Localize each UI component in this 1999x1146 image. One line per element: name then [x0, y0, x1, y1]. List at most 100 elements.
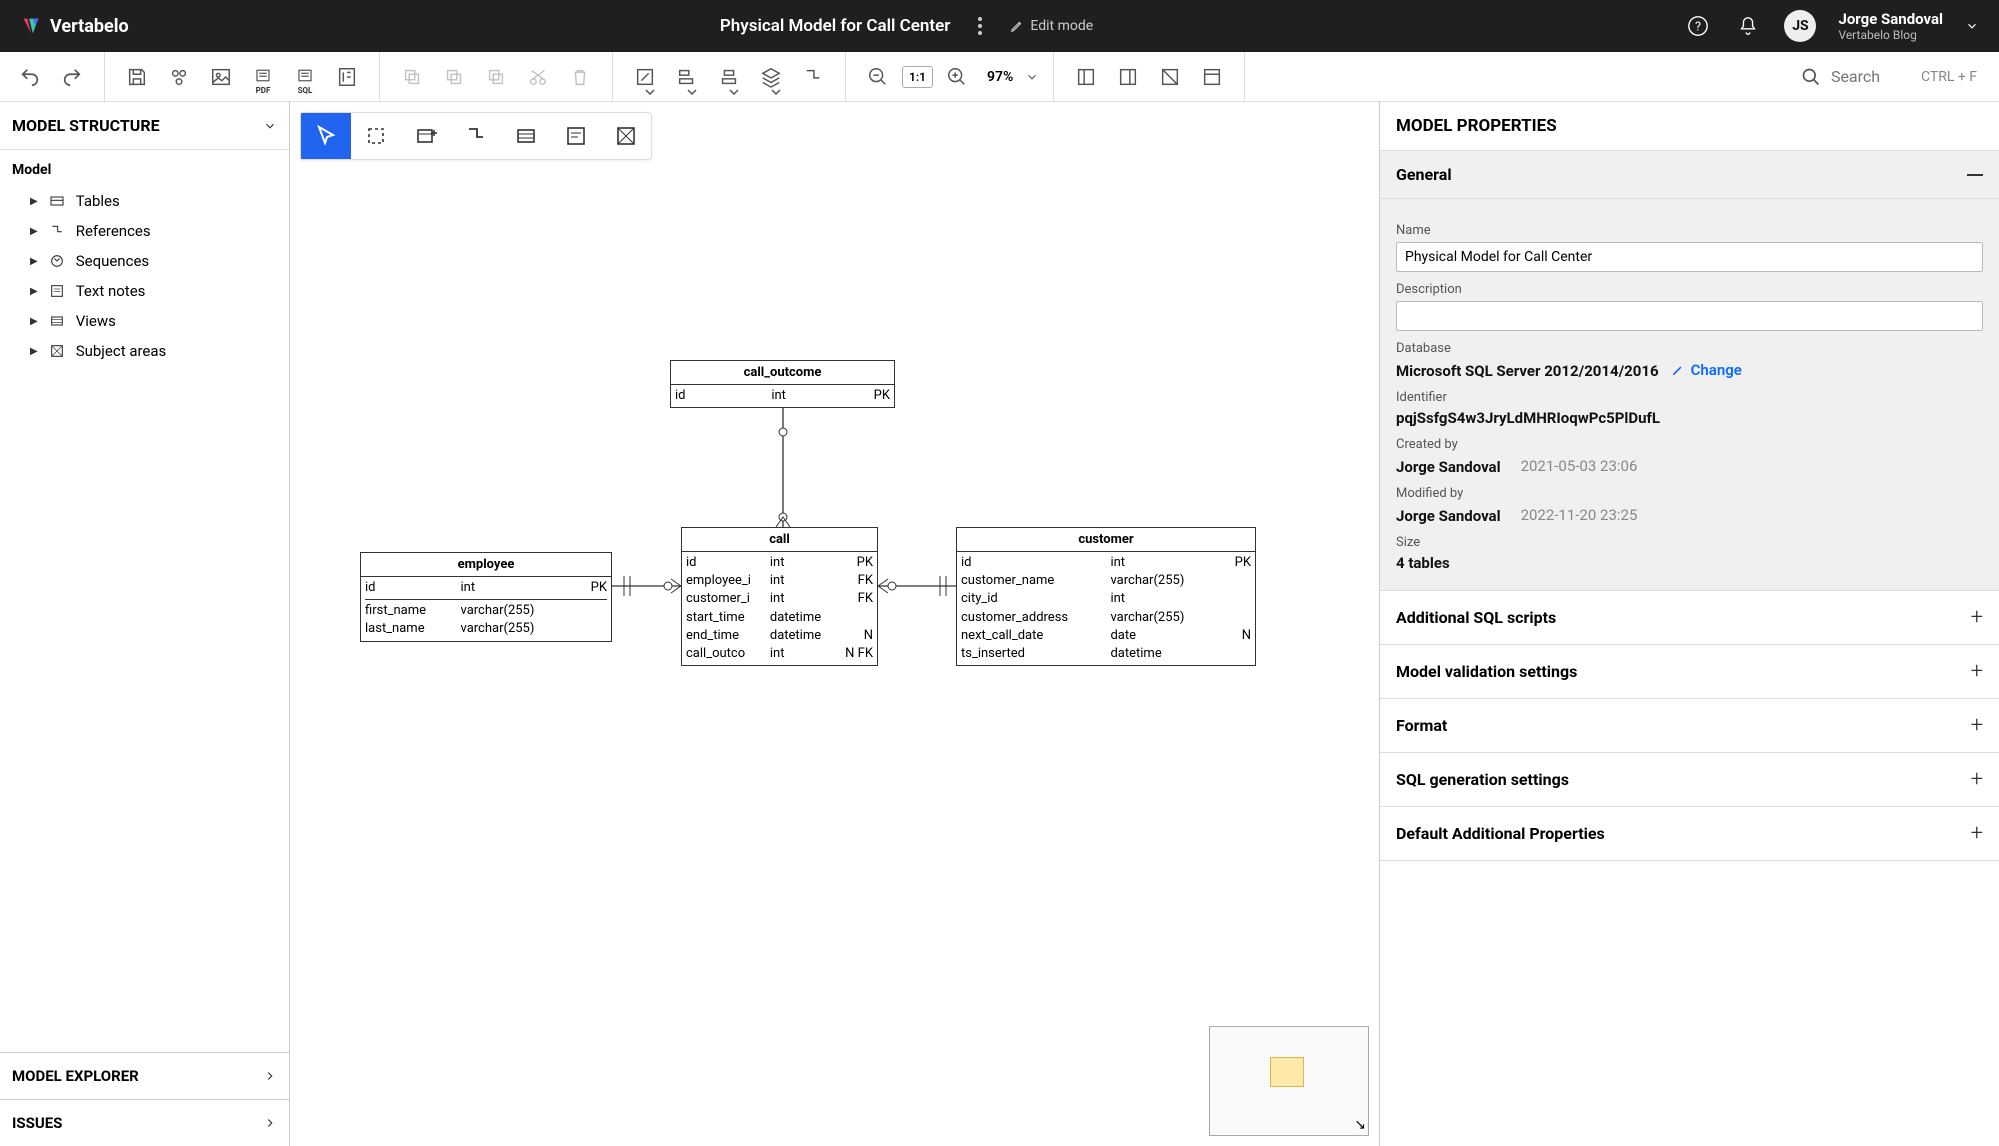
redo-button[interactable]	[54, 59, 90, 95]
chevron-down-icon[interactable]	[1965, 19, 1979, 33]
table-row: ts_inserteddatetime	[961, 645, 1251, 663]
change-database-link[interactable]: Change	[1671, 361, 1742, 379]
layout-3-button[interactable]	[1152, 59, 1188, 95]
table-row: last_namevarchar(255)	[365, 620, 607, 638]
route-button[interactable]	[795, 59, 831, 95]
tree-subject-areas[interactable]: ▶Subject areas	[12, 336, 277, 366]
label-description: Description	[1396, 282, 1983, 297]
add-view-tool[interactable]	[501, 113, 551, 159]
entity-title: call	[682, 528, 877, 552]
created-by: Jorge Sandoval	[1396, 458, 1501, 476]
pencil-icon	[1010, 19, 1024, 33]
main-toolbar: PDF SQL 1:1 97% CTRL + F	[0, 52, 1999, 102]
image-export-button[interactable]	[203, 59, 239, 95]
model-structure-header[interactable]: MODEL STRUCTURE	[0, 102, 289, 150]
add-note-tool[interactable]	[551, 113, 601, 159]
table-row: employee_iintFK	[686, 572, 873, 590]
vertabelo-icon	[20, 15, 42, 37]
table-row: end_timedatetimeN	[686, 627, 873, 645]
section-additional-sql[interactable]: Additional SQL scripts+	[1380, 591, 1999, 644]
table-row: idintPK	[686, 554, 873, 572]
brand-name: Vertabelo	[50, 16, 129, 37]
add-table-tool[interactable]	[401, 113, 451, 159]
table-row: customer_iintFK	[686, 590, 873, 608]
align-center-button[interactable]	[711, 59, 747, 95]
model-explorer-toggle[interactable]: MODEL EXPLORER	[0, 1052, 289, 1099]
table-row: first_namevarchar(255)	[365, 602, 607, 620]
undo-button[interactable]	[12, 59, 48, 95]
entity-employee[interactable]: employee idintPK first_namevarchar(255) …	[360, 552, 612, 642]
identifier-value: pqjSsfgS4w3JryLdMHRIoqwPc5PlDufL	[1396, 409, 1983, 427]
pdf-export-button[interactable]: PDF	[245, 59, 281, 95]
kebab-menu-icon[interactable]	[966, 12, 994, 40]
marquee-tool[interactable]	[351, 113, 401, 159]
tree-text-notes[interactable]: ▶Text notes	[12, 276, 277, 306]
entity-customer[interactable]: customer idintPK customer_namevarchar(25…	[956, 527, 1256, 666]
created-at: 2021-05-03 23:06	[1521, 457, 1638, 475]
align-left-button[interactable]	[669, 59, 705, 95]
sql-export-button[interactable]: SQL	[287, 59, 323, 95]
section-validation[interactable]: Model validation settings+	[1380, 645, 1999, 698]
entity-call[interactable]: call idintPK employee_iintFK customer_ii…	[681, 527, 878, 666]
search-hint: CTRL + F	[1921, 69, 1977, 85]
tree-views[interactable]: ▶Views	[12, 306, 277, 336]
edit-mode-toggle[interactable]: Edit mode	[1010, 18, 1093, 34]
expand-icon: +	[1971, 659, 1983, 684]
table-row: idintPK	[961, 554, 1251, 572]
table-row: start_timedatetime	[686, 609, 873, 627]
section-sql-gen[interactable]: SQL generation settings+	[1380, 753, 1999, 806]
delete-button	[562, 59, 598, 95]
properties-panel: MODEL PROPERTIES General Name Descriptio…	[1379, 102, 1999, 1146]
save-button[interactable]	[119, 59, 155, 95]
section-default-props[interactable]: Default Additional Properties+	[1380, 807, 1999, 860]
section-format[interactable]: Format+	[1380, 699, 1999, 752]
issues-toggle[interactable]: ISSUES	[0, 1099, 289, 1146]
input-name[interactable]	[1396, 242, 1983, 272]
tree-references[interactable]: ▶References	[12, 216, 277, 246]
user-menu[interactable]: Jorge Sandoval Vertabelo Blog	[1838, 10, 1943, 42]
minimap-expand-icon[interactable]: ↘	[1354, 1117, 1366, 1133]
zoom-out-button[interactable]	[860, 59, 896, 95]
layers-button[interactable]	[753, 59, 789, 95]
add-reference-tool[interactable]	[451, 113, 501, 159]
select-tool[interactable]	[301, 113, 351, 159]
expand-icon: +	[1971, 767, 1983, 792]
table-row: city_idint	[961, 590, 1251, 608]
share-button[interactable]	[161, 59, 197, 95]
diagram-canvas[interactable]: call_outcome idintPK call idintPK employ…	[290, 102, 1379, 1146]
chevron-right-icon	[263, 1069, 277, 1083]
layout-2-button[interactable]	[1110, 59, 1146, 95]
layout-4-button[interactable]	[1194, 59, 1230, 95]
section-general-header[interactable]: General	[1380, 151, 1999, 199]
input-description[interactable]	[1396, 301, 1983, 331]
tree-sequences[interactable]: ▶Sequences	[12, 246, 277, 276]
modified-at: 2022-11-20 23:25	[1521, 506, 1638, 524]
xml-export-button[interactable]	[329, 59, 365, 95]
table-row: next_call_datedateN	[961, 627, 1251, 645]
table-row: customer_namevarchar(255)	[961, 572, 1251, 590]
label-database: Database	[1396, 341, 1983, 356]
user-subtitle: Vertabelo Blog	[1838, 28, 1943, 42]
table-row: customer_addressvarchar(255)	[961, 609, 1251, 627]
minimap[interactable]: ↘	[1209, 1026, 1369, 1136]
bell-icon[interactable]	[1734, 12, 1762, 40]
zoom-dropdown[interactable]	[1025, 70, 1039, 84]
zoom-ratio[interactable]: 1:1	[902, 66, 933, 88]
entity-call-outcome[interactable]: call_outcome idintPK	[670, 360, 895, 408]
help-icon[interactable]: ?	[1684, 12, 1712, 40]
tree-tables[interactable]: ▶Tables	[12, 186, 277, 216]
fit-button[interactable]	[627, 59, 663, 95]
search-box: CTRL + F	[1791, 67, 1987, 87]
zoom-value: 97%	[981, 69, 1019, 85]
minimap-viewport	[1270, 1057, 1304, 1087]
user-name: Jorge Sandoval	[1838, 10, 1943, 28]
search-input[interactable]	[1831, 67, 1911, 86]
layout-1-button[interactable]	[1068, 59, 1104, 95]
zoom-in-button[interactable]	[939, 59, 975, 95]
table-row: idintPK	[365, 579, 607, 597]
add-area-tool[interactable]	[601, 113, 651, 159]
brand-logo[interactable]: Vertabelo	[20, 15, 129, 37]
cut-button	[520, 59, 556, 95]
user-avatar[interactable]: JS	[1784, 10, 1816, 42]
app-header: Vertabelo Physical Model for Call Center…	[0, 0, 1999, 52]
